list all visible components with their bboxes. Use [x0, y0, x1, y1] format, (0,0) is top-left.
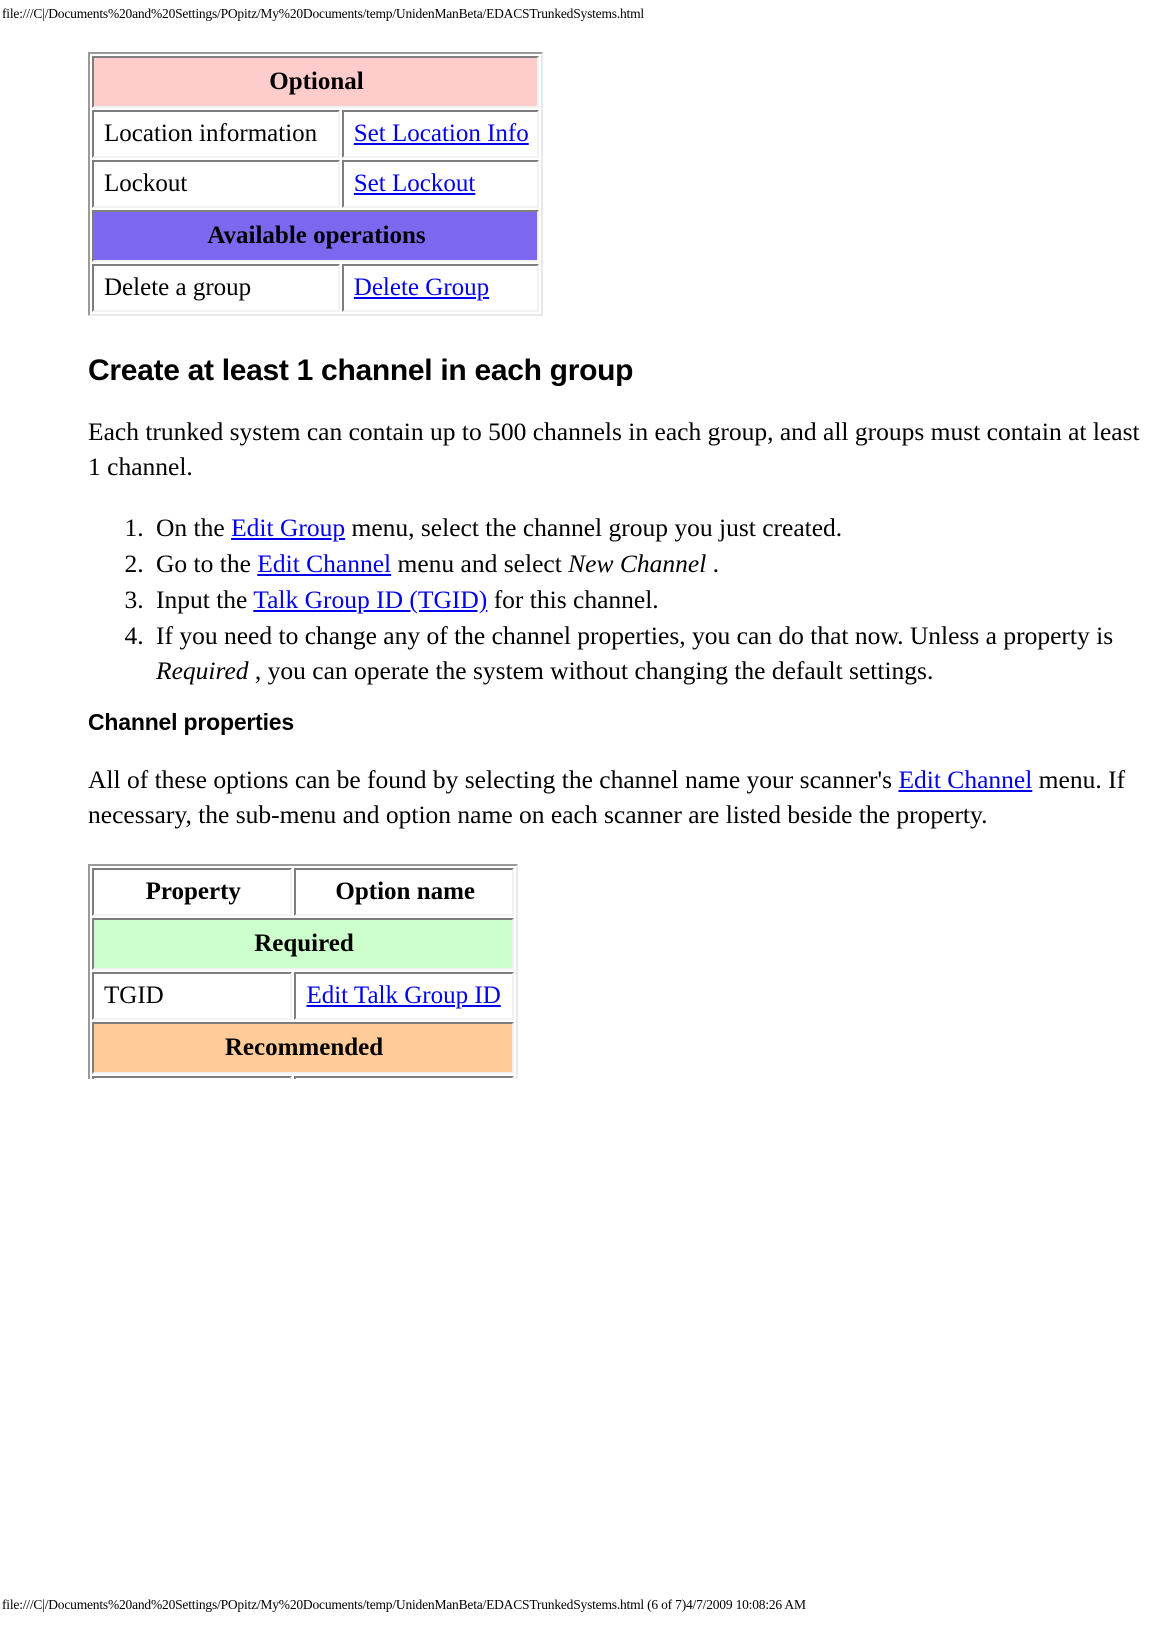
option-cell-set-lockout: Set Lockout [341, 160, 539, 208]
page-heading-create-channel: Create at least 1 channel in each group [88, 354, 634, 387]
table-row: Lockout Set Lockout [92, 160, 539, 208]
link-set-lockout[interactable]: Set Lockout [354, 170, 476, 197]
page-url-header: file:///C|/Documents%20and%20Settings/PO… [2, 6, 644, 21]
option-cell-edit-name: Edit Name [294, 1076, 514, 1079]
steps-list: On the Edit Group menu, select the chann… [88, 510, 1148, 688]
step-text-pre: Go to the [156, 549, 258, 578]
list-item: Go to the Edit Channel menu and select N… [150, 546, 1148, 581]
step-text-emphasis: New Channel [568, 549, 707, 578]
link-talk-group-id[interactable]: Talk Group ID (TGID) [253, 585, 487, 614]
option-cell-edit-talk-group-id: Edit Talk Group ID [294, 972, 514, 1020]
list-item: Input the Talk Group ID (TGID) for this … [150, 582, 1148, 617]
step-text-pre: On the [156, 513, 232, 542]
property-label-lockout: Lockout [92, 160, 340, 208]
step-text-pre: If you need to change any of the channel… [156, 621, 1114, 650]
step-text-tail: , you can operate the system without cha… [248, 656, 934, 685]
document-body: Optional Location information Set Locati… [88, 52, 1148, 1079]
option-cell-delete-group: Delete Group [341, 264, 539, 312]
link-edit-group[interactable]: Edit Group [231, 513, 345, 542]
table-row: Location information Set Location Info [92, 110, 539, 158]
step-text-tail: . [706, 549, 720, 578]
table-row: Name Edit Name [92, 1076, 514, 1079]
page-url-footer: file:///C|/Documents%20and%20Settings/PO… [2, 1597, 806, 1612]
link-delete-group[interactable]: Delete Group [354, 274, 489, 301]
section-header-optional: Optional [92, 56, 539, 108]
step-text-post: for this channel. [487, 585, 659, 614]
step-text-pre: Input the [156, 585, 254, 614]
page-heading-channel-properties: Channel properties [88, 709, 294, 735]
paragraph-channel-intro: Each trunked system can contain up to 50… [88, 417, 1140, 481]
paragraph-channel-properties: All of these options can be found by sel… [88, 762, 1148, 832]
table-row: Property Option name [92, 868, 514, 916]
section-header-required: Required [92, 918, 514, 970]
section-header-available-operations: Available operations [92, 210, 539, 262]
link-edit-channel[interactable]: Edit Channel [257, 549, 391, 578]
group-properties-table: Optional Location information Set Locati… [88, 52, 543, 316]
step-text-emphasis: Required [156, 656, 249, 685]
link-set-location-info[interactable]: Set Location Info [354, 120, 529, 147]
list-item: On the Edit Group menu, select the chann… [150, 510, 1148, 545]
table-row: TGID Edit Talk Group ID [92, 972, 514, 1020]
table-row: Recommended [92, 1022, 514, 1074]
property-label-tgid: TGID [92, 972, 293, 1020]
table-row: Required [92, 918, 514, 970]
channel-properties-table: Property Option name Required TGID Edit … [88, 864, 518, 1079]
step-text-post: menu, select the channel group you just … [345, 513, 843, 542]
channel-table-clip-region: Property Option name Required TGID Edit … [88, 864, 1148, 1079]
table-row: Optional [92, 56, 539, 108]
link-edit-talk-group-id[interactable]: Edit Talk Group ID [306, 982, 500, 1009]
property-label-location-information: Location information [92, 110, 340, 158]
paragraph-text-pre: All of these options can be found by sel… [88, 765, 899, 794]
list-item: If you need to change any of the channel… [150, 618, 1148, 688]
property-label-name: Name [92, 1076, 293, 1079]
option-cell-set-location-info: Set Location Info [341, 110, 539, 158]
column-header-option-name: Option name [294, 868, 514, 916]
link-edit-channel-menu[interactable]: Edit Channel [898, 765, 1032, 794]
section-header-recommended: Recommended [92, 1022, 514, 1074]
column-header-property: Property [92, 868, 293, 916]
table-row: Delete a group Delete Group [92, 264, 539, 312]
property-label-delete-a-group: Delete a group [92, 264, 340, 312]
step-text-post: menu and select [391, 549, 569, 578]
table-row: Available operations [92, 210, 539, 262]
